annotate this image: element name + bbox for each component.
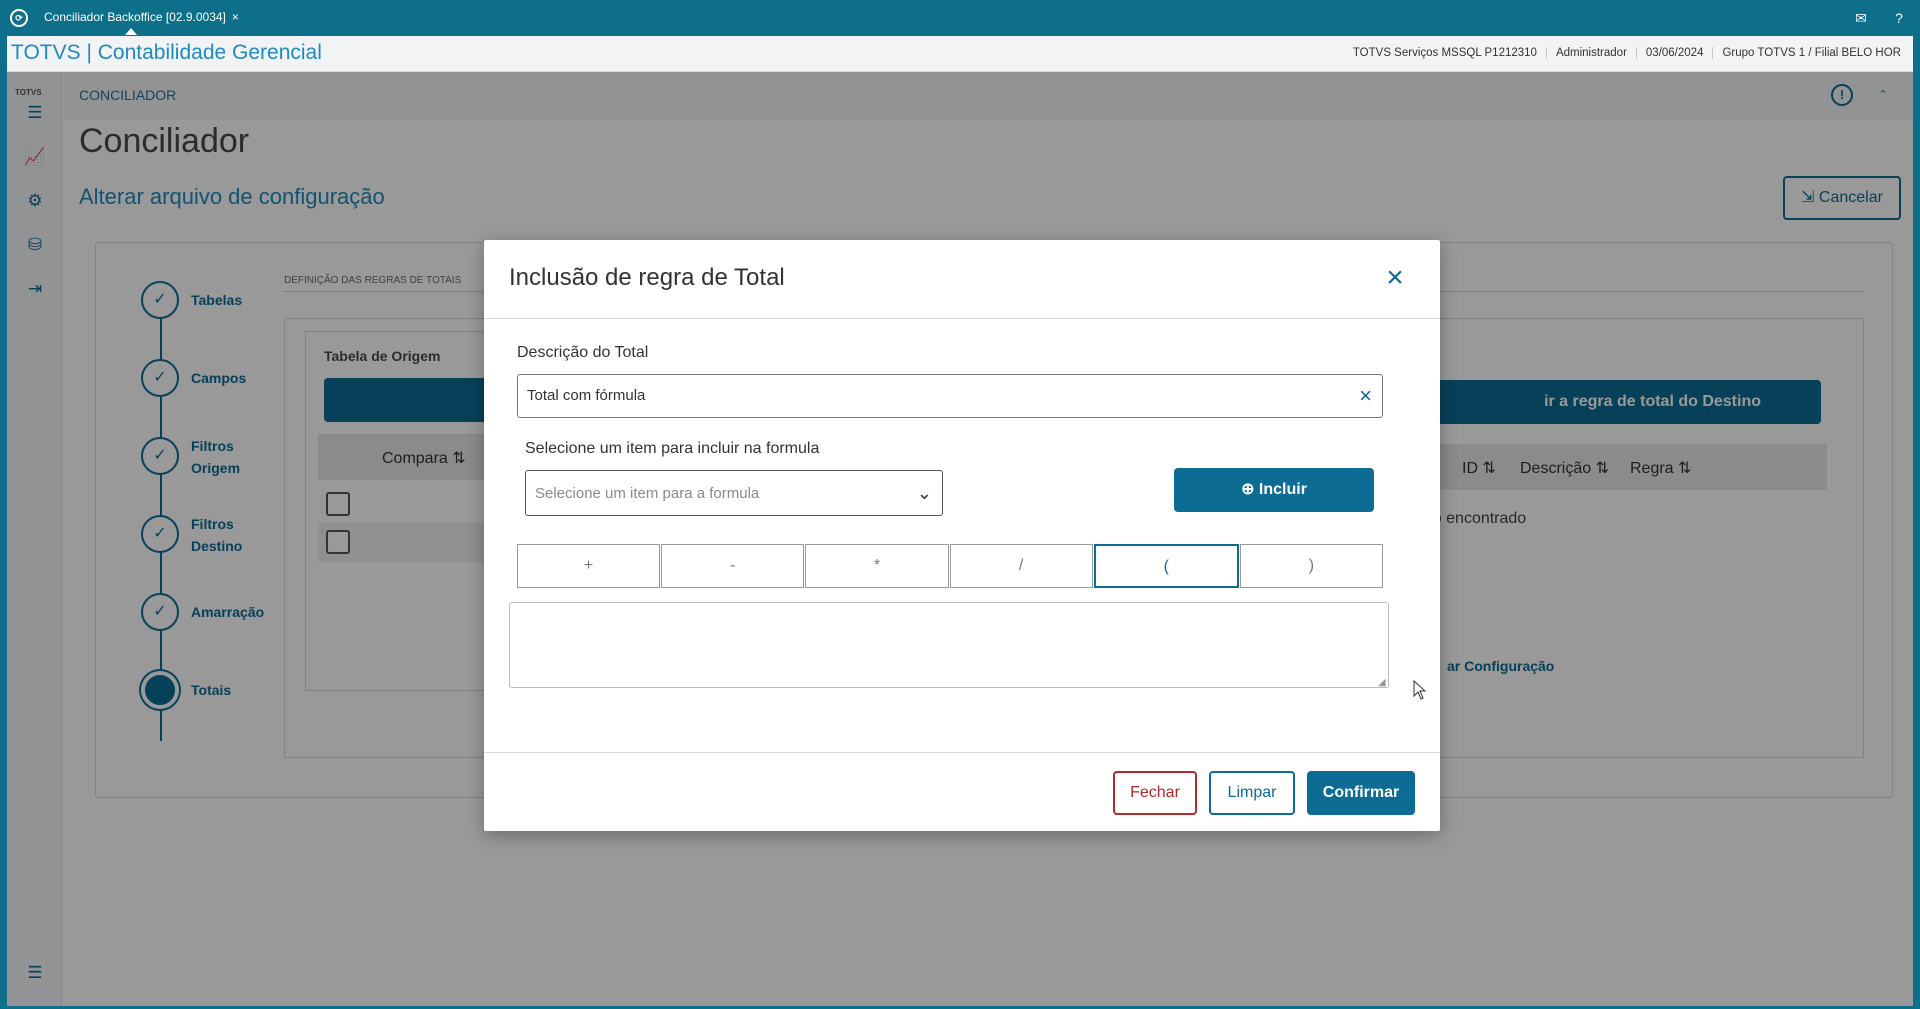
tab-close-icon[interactable]: ×	[232, 10, 239, 24]
help-icon[interactable]: ?	[1890, 9, 1908, 27]
chevron-down-icon: ⌄	[916, 483, 932, 503]
base-date: 03/06/2024	[1635, 47, 1713, 59]
description-input-value: Total com fórmula	[527, 387, 646, 404]
confirm-button[interactable]: Confirmar	[1307, 771, 1415, 815]
plus-circle-icon: ⊕	[1241, 481, 1259, 498]
mouse-cursor-icon	[1413, 680, 1427, 700]
modal-header-divider	[484, 318, 1440, 319]
frame-border-right	[1913, 0, 1920, 1009]
operator-minus-button[interactable]: -	[661, 544, 805, 588]
description-label: Descrição do Total	[517, 344, 649, 361]
app-title: TOTVS | Contabilidade Gerencial	[11, 41, 322, 64]
operator-buttons: + - * / ( )	[517, 544, 1384, 588]
description-input[interactable]: Total com fórmula ×	[517, 374, 1383, 418]
frame-border-left	[0, 0, 7, 1009]
modal-footer-divider	[484, 752, 1440, 753]
include-button[interactable]: ⊕ Incluir	[1174, 468, 1374, 512]
select-placeholder: Selecione um item para a formula	[535, 485, 760, 502]
operator-open-paren-button[interactable]: (	[1093, 544, 1239, 588]
operator-divide-button[interactable]: /	[949, 544, 1093, 588]
total-rule-modal: Inclusão de regra de Total × Descrição d…	[484, 240, 1440, 831]
window-tab-title: Conciliador Backoffice [02.9.0034]	[44, 10, 226, 24]
window-tab[interactable]: Conciliador Backoffice [02.9.0034] ×	[36, 0, 247, 36]
select-item-label: Selecione um item para incluir na formul…	[525, 440, 820, 457]
formula-textarea[interactable]	[509, 602, 1389, 688]
include-button-label: Incluir	[1258, 481, 1307, 498]
formula-item-select[interactable]: Selecione um item para a formula ⌄	[525, 470, 943, 516]
operator-multiply-button[interactable]: *	[805, 544, 949, 588]
resize-handle-icon[interactable]: ◢	[1378, 677, 1386, 688]
clear-button[interactable]: Limpar	[1209, 771, 1295, 815]
app-header: TOTVS | Contabilidade Gerencial TOTVS Se…	[0, 36, 1920, 72]
user-name: Administrador	[1545, 47, 1636, 59]
modal-title: Inclusão de regra de Total	[509, 264, 785, 291]
close-icon[interactable]: ×	[1380, 263, 1410, 294]
operator-close-paren-button[interactable]: )	[1239, 544, 1384, 588]
mail-icon[interactable]: ✉	[1852, 9, 1870, 27]
window-titlebar: ⟳ Conciliador Backoffice [02.9.0034] × ✉ …	[0, 0, 1920, 36]
close-button[interactable]: Fechar	[1113, 771, 1197, 815]
clear-input-icon[interactable]: ×	[1359, 383, 1372, 409]
active-tab-indicator	[125, 28, 137, 35]
company-branch: Grupo TOTVS 1 / Filial BELO HOR	[1712, 47, 1910, 59]
environment-name: TOTVS Serviços MSSQL P1212310	[1352, 47, 1537, 59]
operator-plus-button[interactable]: +	[517, 544, 661, 588]
environment-info: TOTVS Serviços MSSQL P1212310 Administra…	[1344, 47, 1910, 59]
app-logo-icon: ⟳	[10, 9, 28, 27]
